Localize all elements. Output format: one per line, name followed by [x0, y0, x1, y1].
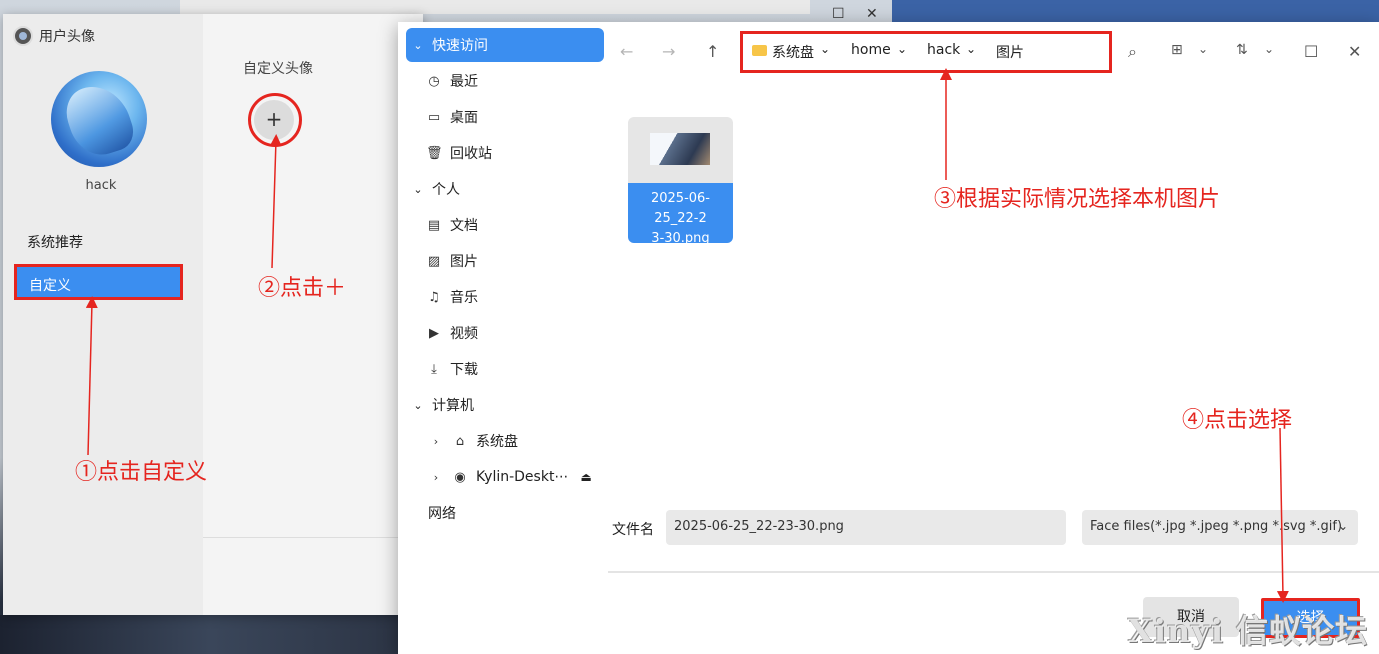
annotation-step4: ④点击选择 — [1182, 408, 1293, 433]
window-title: 用户头像 — [39, 29, 95, 45]
sidebar-item-label: Kylin-Deskt⋯ — [476, 469, 569, 485]
file-thumbnail — [628, 117, 733, 183]
add-avatar-button[interactable]: + — [254, 100, 294, 140]
sidebar-item-system-disk[interactable]: › ⌂ 系统盘 — [428, 424, 518, 458]
maximize-icon[interactable]: ☐ — [1304, 42, 1318, 61]
avatar-content — [203, 14, 423, 615]
chevron-down-icon[interactable]: ⌄ — [897, 42, 907, 56]
watermark: Xinyi 信蚁论坛 — [1128, 612, 1369, 650]
disc-icon: ◉ — [454, 469, 466, 485]
divider — [203, 537, 423, 538]
sidebar-item-pictures[interactable]: ▨ 图片 — [426, 244, 478, 278]
image-icon: ▨ — [427, 253, 441, 269]
sidebar-item-network[interactable]: 网络 — [428, 496, 456, 530]
sidebar-item-trash[interactable]: 🗑 回收站 — [426, 136, 492, 170]
chevron-right-icon: › — [433, 434, 439, 448]
hard-disk-icon: ⌂ — [455, 433, 465, 449]
chevron-down-icon: ⌄ — [413, 182, 423, 196]
document-icon: ▤ — [427, 217, 441, 233]
sidebar-item-label: 个人 — [432, 182, 460, 198]
chevron-down-icon[interactable]: ⌄ — [820, 42, 830, 56]
file-dialog-main: ← → ↑ 系统盘 ⌄ home ⌄ hack ⌄ 图片 ⌕ ⊞ ⌄ ⇅ ⌄ ☐… — [608, 22, 1379, 654]
sidebar-item-videos[interactable]: ▶ 视频 — [426, 316, 478, 350]
clock-icon: ◷ — [428, 73, 440, 89]
file-name: 2025-06-25_22-2 3-30.png — [628, 183, 733, 243]
file-dialog-sidebar: ⌄ 快速访问 ◷ 最近 ▭ 桌面 🗑 回收站 ⌄ 个人 ▤ 文档 ▨ 图片 ♫ — [398, 22, 608, 654]
sort-icon[interactable]: ⇅ — [1236, 42, 1248, 58]
user-name: hack — [85, 178, 117, 193]
file-item[interactable]: 2025-06-25_22-2 3-30.png — [628, 117, 733, 243]
app-icon — [13, 26, 33, 46]
sidebar-quick-access[interactable]: ⌄ 快速访问 — [406, 28, 604, 62]
grid-view-icon[interactable]: ⊞ — [1171, 42, 1183, 58]
sidebar-item-label: 最近 — [450, 74, 478, 90]
close-icon[interactable]: ✕ — [1348, 42, 1361, 61]
sidebar-item-recent[interactable]: ◷ 最近 — [426, 64, 478, 98]
chevron-down-icon[interactable]: ⌄ — [966, 42, 976, 56]
monitor-icon: ▭ — [427, 109, 441, 125]
chevron-down-icon[interactable]: ⌄ — [1198, 42, 1208, 56]
desktop-wallpaper — [0, 615, 420, 654]
sidebar-item-label: 视频 — [450, 326, 478, 342]
divider — [608, 571, 1379, 573]
download-icon: ⤓ — [431, 361, 437, 377]
music-icon: ♫ — [428, 289, 440, 305]
eject-icon[interactable]: ⏏ — [580, 470, 591, 484]
chevron-down-icon: ⌄ — [1337, 519, 1348, 533]
sidebar-item-kylin-desktop[interactable]: › ◉ Kylin-Deskt⋯ ⏏ — [428, 460, 592, 494]
custom-avatar-label: 自定义头像 — [243, 61, 313, 77]
annotation-step3: ③根据实际情况选择本机图片 — [934, 187, 1221, 212]
filename-input[interactable]: 2025-06-25_22-23-30.png — [666, 510, 1066, 545]
sidebar-item-label: 音乐 — [450, 290, 478, 306]
sidebar-item-label: 计算机 — [432, 398, 474, 414]
file-type-filter[interactable]: Face files(*.jpg *.jpeg *.png *.svg *.gi… — [1082, 510, 1358, 545]
up-arrow-icon[interactable]: ↑ — [706, 42, 719, 61]
nav-custom[interactable]: 自定义 — [14, 264, 183, 300]
user-avatar — [51, 71, 147, 167]
breadcrumb-item[interactable]: hack — [927, 42, 960, 58]
sidebar-item-label: 网络 — [428, 506, 456, 522]
sidebar-computer[interactable]: ⌄ 计算机 — [406, 388, 474, 422]
avatar-sidebar: 用户头像 hack 系统推荐 自定义 — [3, 14, 203, 615]
chevron-down-icon: ⌄ — [413, 38, 423, 52]
file-chooser-dialog: ⌄ 快速访问 ◷ 最近 ▭ 桌面 🗑 回收站 ⌄ 个人 ▤ 文档 ▨ 图片 ♫ — [398, 22, 1379, 654]
breadcrumb-item[interactable]: home — [851, 42, 891, 58]
trash-icon: 🗑 — [426, 145, 443, 161]
sidebar-personal[interactable]: ⌄ 个人 — [406, 172, 460, 206]
chevron-down-icon[interactable]: ⌄ — [1264, 42, 1274, 56]
breadcrumb-item[interactable]: 图片 — [996, 42, 1024, 62]
back-arrow-icon[interactable]: ← — [620, 42, 633, 61]
sidebar-item-label: 图片 — [450, 254, 478, 270]
sidebar-item-downloads[interactable]: ⤓ 下载 — [426, 352, 478, 386]
sidebar-item-label: 系统盘 — [476, 434, 518, 450]
sidebar-item-label: 文档 — [450, 218, 478, 234]
chevron-right-icon: › — [433, 470, 439, 484]
sidebar-item-label: 回收站 — [450, 146, 492, 162]
annotation-step2: ②点击＋ — [258, 276, 347, 301]
forward-arrow-icon[interactable]: → — [662, 42, 675, 61]
search-icon[interactable]: ⌕ — [1128, 42, 1137, 62]
folder-icon — [752, 45, 767, 56]
annotation-step1: ①点击自定义 — [75, 460, 208, 485]
filename-label: 文件名 — [612, 522, 654, 538]
chevron-down-icon: ⌄ — [413, 398, 423, 412]
background-window-strip — [180, 0, 810, 14]
sidebar-item-label: 下载 — [450, 362, 478, 378]
breadcrumb-item[interactable]: 系统盘 — [772, 42, 814, 62]
background-maximize-icon: ☐ — [832, 6, 845, 22]
file-name-line: 3-30.png — [651, 231, 710, 243]
nav-system-recommend[interactable]: 系统推荐 — [27, 232, 83, 252]
file-name-line: 2025-06-25_22-2 — [650, 191, 710, 226]
background-close-icon: ✕ — [866, 6, 878, 22]
sidebar-item-music[interactable]: ♫ 音乐 — [426, 280, 478, 314]
sidebar-item-label: 桌面 — [450, 110, 478, 126]
user-avatar-window: 用户头像 hack 系统推荐 自定义 自定义头像 + — [3, 14, 423, 615]
sidebar-item-documents[interactable]: ▤ 文档 — [426, 208, 478, 242]
sidebar-item-desktop[interactable]: ▭ 桌面 — [426, 100, 478, 134]
sidebar-item-label: 快速访问 — [432, 38, 488, 54]
filter-value: Face files(*.jpg *.jpeg *.png *.svg *.gi… — [1090, 519, 1343, 534]
video-icon: ▶ — [429, 325, 439, 341]
